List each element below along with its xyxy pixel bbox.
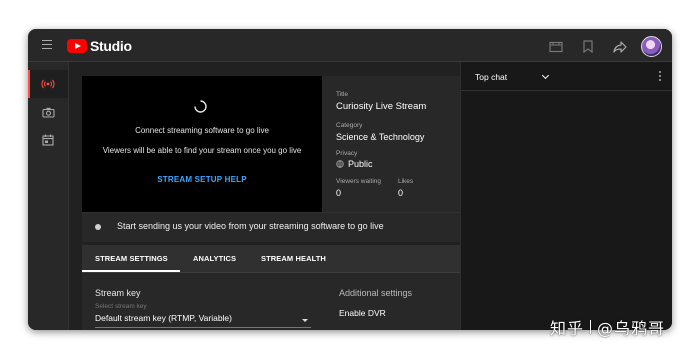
top-actions <box>533 36 662 57</box>
share-icon[interactable] <box>611 38 629 56</box>
stream-key-select-label: Select stream key <box>95 303 147 310</box>
privacy-value: Public <box>348 159 373 169</box>
viewers-message: Viewers will be able to find your stream… <box>102 146 302 155</box>
category-value: Science & Technology <box>336 132 425 142</box>
studio-window: Studio Connect streaming software to go … <box>28 29 672 330</box>
rail-item-webcam[interactable] <box>28 98 68 126</box>
loading-spinner-icon <box>194 100 207 113</box>
additional-settings-heading: Additional settings <box>339 288 413 298</box>
stream-settings-panel: Stream key Select stream key Default str… <box>82 273 460 330</box>
likes-label: Likes <box>398 178 414 185</box>
rail-item-stream[interactable] <box>28 70 68 98</box>
live-broadcast-icon <box>41 79 55 89</box>
chat-header: Top chat <box>461 62 672 91</box>
select-underline <box>95 327 311 328</box>
viewers-waiting-value: 0 <box>336 188 342 198</box>
tab-stream-health[interactable]: STREAM HEALTH <box>261 254 326 263</box>
stream-key-heading: Stream key <box>95 288 141 298</box>
tab-stream-settings[interactable]: STREAM SETTINGS <box>95 254 168 263</box>
watermark-separator <box>590 320 592 334</box>
logo-text: Studio <box>90 38 132 54</box>
popout-window-icon[interactable] <box>547 38 565 56</box>
zhihu-watermark: 知乎 @乌鸦哥 <box>550 315 665 339</box>
stream-status-bar: Start sending us your video from your st… <box>82 212 460 242</box>
stream-key-select[interactable]: Default stream key (RTMP, Variable) <box>95 313 232 323</box>
connect-message: Connect streaming software to go live <box>135 126 269 135</box>
stream-preview: Connect streaming software to go live Vi… <box>82 76 322 212</box>
category-label: Category <box>336 122 363 129</box>
rail-item-manage[interactable] <box>28 126 68 154</box>
youtube-play-icon <box>67 39 87 53</box>
stream-setup-help-link[interactable]: STREAM SETUP HELP <box>82 175 322 184</box>
bookmark-icon[interactable] <box>579 38 597 56</box>
active-tab-indicator <box>82 270 180 272</box>
title-label: Title <box>336 91 349 98</box>
title-value: Curiosity Live Stream <box>336 101 427 112</box>
camera-icon <box>41 107 55 118</box>
globe-icon <box>336 160 344 168</box>
top-bar: Studio <box>28 29 672 62</box>
account-avatar[interactable] <box>641 36 662 57</box>
dropdown-arrow-icon[interactable] <box>302 319 308 322</box>
enable-dvr-label[interactable]: Enable DVR <box>339 308 386 318</box>
chevron-down-icon[interactable] <box>541 71 550 80</box>
live-chat-panel: Top chat <box>460 62 672 330</box>
likes-value: 0 <box>398 188 404 198</box>
watermark-left: 知乎 <box>550 319 585 338</box>
watermark-right: @乌鸦哥 <box>597 319 666 338</box>
status-indicator-icon <box>95 224 101 230</box>
calendar-icon <box>42 134 54 146</box>
status-text: Start sending us your video from your st… <box>117 221 384 231</box>
top-chat-dropdown[interactable]: Top chat <box>475 72 507 82</box>
privacy-label: Privacy <box>336 150 358 157</box>
left-rail <box>28 62 69 330</box>
viewers-waiting-label: Viewers waiting <box>336 178 382 185</box>
settings-tabs: STREAM SETTINGS ANALYTICS STREAM HEALTH <box>82 245 460 273</box>
studio-logo[interactable]: Studio <box>67 38 132 54</box>
hamburger-menu-icon[interactable] <box>42 40 52 50</box>
stream-info-panel: Title Curiosity Live Stream Category Sci… <box>322 76 460 212</box>
more-options-icon[interactable] <box>659 71 662 83</box>
tab-analytics[interactable]: ANALYTICS <box>193 254 236 263</box>
